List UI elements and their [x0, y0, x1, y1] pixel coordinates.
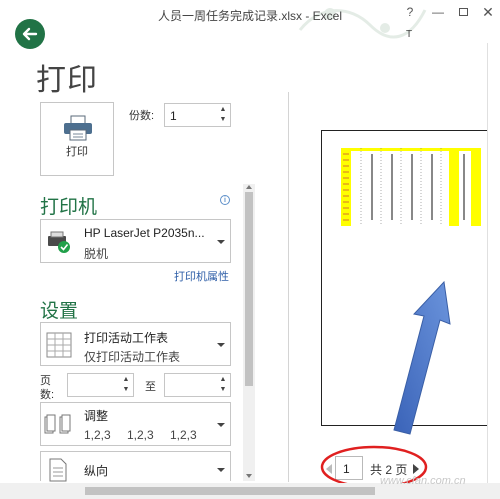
pages-to-decrement-icon[interactable]: ▼ — [219, 386, 227, 394]
orientation-value: 纵向 — [84, 464, 109, 478]
close-button[interactable]: ✕ — [480, 4, 496, 20]
pages-to-increment-icon[interactable]: ▲ — [219, 376, 227, 384]
settings-scrollbar[interactable] — [243, 184, 255, 481]
back-arrow-icon — [22, 27, 38, 41]
pages-from-input[interactable]: ▲ ▼ — [67, 373, 134, 397]
printer-status: 脱机 — [84, 247, 109, 261]
pages-from-increment-icon[interactable]: ▲ — [122, 376, 130, 384]
help-button[interactable]: ? — [402, 4, 418, 20]
print-scope-sub: 仅打印活动工作表 — [84, 350, 181, 364]
printer-properties-link[interactable]: 打印机属性 — [174, 268, 229, 284]
collate-dropdown[interactable]: 调整 1,2,3 1,2,3 1,2,3 — [40, 402, 231, 446]
ribbon-partial-label: T — [406, 29, 413, 40]
print-scope-main: 打印活动工作表 — [84, 331, 169, 345]
pane-divider — [288, 92, 289, 482]
collate-sub-1: 1,2,3 — [84, 428, 111, 442]
worksheet-icon — [46, 332, 72, 358]
orientation-dropdown[interactable]: 纵向 — [40, 451, 231, 482]
minimize-button[interactable]: — — [430, 4, 446, 20]
printer-icon — [64, 115, 92, 141]
copies-input[interactable]: 1 ▲ ▼ — [164, 103, 231, 127]
preview-scrollbar[interactable] — [487, 43, 500, 483]
print-button-label: 打印 — [66, 146, 88, 158]
back-button[interactable] — [15, 19, 45, 49]
portrait-page-icon — [49, 458, 67, 482]
page-title: 打印 — [36, 64, 98, 97]
copies-label: 份数: — [129, 110, 155, 122]
chevron-down-icon — [217, 468, 225, 472]
settings-heading: 设置 — [40, 301, 79, 322]
copies-increment-icon[interactable]: ▲ — [219, 106, 227, 114]
copies-decrement-icon[interactable]: ▼ — [219, 116, 227, 124]
printer-heading: 打印机 — [40, 197, 98, 218]
chevron-down-icon — [217, 423, 225, 427]
info-icon[interactable]: i — [220, 195, 230, 205]
copies-value: 1 — [170, 109, 177, 123]
maximize-button[interactable] — [455, 4, 471, 20]
window-title: 人员一周任务完成记录.xlsx - Excel — [157, 9, 342, 23]
collate-sub-2: 1,2,3 — [127, 428, 154, 442]
pages-to-label: 至 — [145, 381, 156, 393]
printer-dropdown[interactable]: HP LaserJet P2035n... 脱机 — [40, 219, 231, 263]
chevron-down-icon — [217, 240, 225, 244]
printer-device-icon — [48, 231, 70, 253]
scroll-down-icon[interactable] — [246, 474, 252, 478]
print-button[interactable]: 打印 — [40, 102, 114, 176]
pages-label-line2: 数: — [40, 389, 55, 401]
scrollbar-thumb[interactable] — [245, 192, 253, 386]
title-bar: 人员一周任务完成记录.xlsx - Excel ? — ✕ — [0, 0, 500, 39]
printer-name: HP LaserJet P2035n... — [84, 226, 205, 240]
horizontal-scrollbar-thumb[interactable] — [85, 487, 375, 495]
chevron-down-icon — [217, 343, 225, 347]
preview-sheet-content — [341, 148, 481, 226]
collate-main: 调整 — [84, 409, 109, 423]
site-watermark: www.cfan.com.cn — [380, 475, 466, 487]
annotation-arrow — [393, 280, 451, 435]
pages-to-input[interactable]: ▲ ▼ — [164, 373, 231, 397]
scroll-up-icon[interactable] — [246, 185, 252, 189]
collate-icon — [44, 414, 71, 434]
collate-sub-3: 1,2,3 — [170, 428, 197, 442]
print-scope-dropdown[interactable]: 打印活动工作表 仅打印活动工作表 — [40, 322, 231, 366]
pages-from-decrement-icon[interactable]: ▼ — [122, 386, 130, 394]
